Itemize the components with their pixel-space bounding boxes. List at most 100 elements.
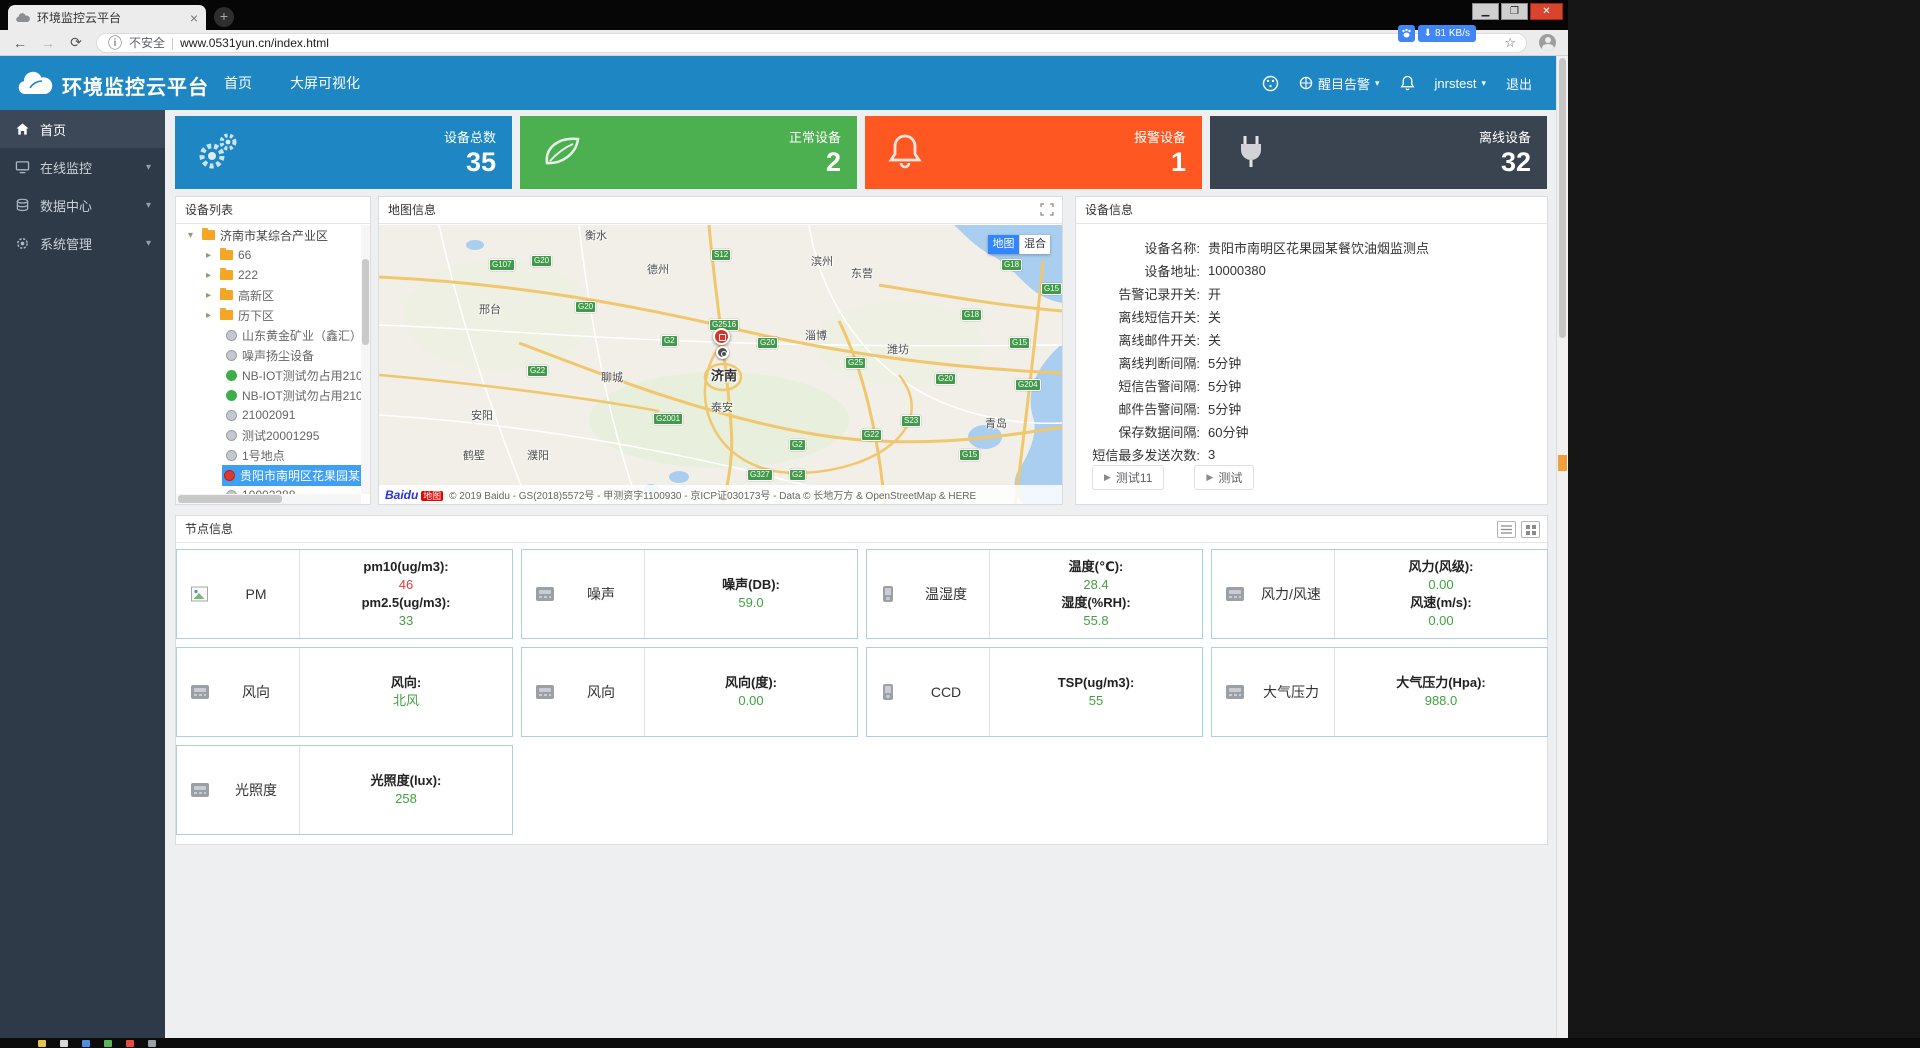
taskbar-icon[interactable] [82,1040,90,1047]
theme-palette-icon[interactable] [1262,75,1279,92]
tree-item[interactable]: ▸高新区 [176,285,361,305]
page-scrollbar[interactable] [1556,56,1568,1038]
info-field: 邮件告警间隔:5分钟 [1076,397,1547,420]
tree-item[interactable]: ▸222 [176,265,361,285]
url-bar[interactable]: ⓘ 不安全 | www.0531yun.cn/index.html ☆ [96,33,1527,53]
tree-vertical-scrollbar[interactable] [361,225,370,494]
test11-button[interactable]: ▶测试11 [1092,465,1164,490]
device-status-dot-icon [226,410,237,421]
tree-item-device[interactable]: 测试20001295 [176,425,361,445]
map-copyright: Baidu 地图 © 2019 Baidu - GS(2018)5572号 - … [379,485,1062,504]
tree-item-device[interactable]: NB-IOT测试勿占用210 [176,385,361,405]
folder-icon [220,310,233,320]
menu-item-bigscreen[interactable]: 大屏可视化 [290,73,360,93]
road-badge: G25 [845,357,866,369]
node-card-noise: 噪声 噪声(DB): 59.0 [521,549,858,639]
device-status-dot-icon [226,390,237,401]
tree-item-device[interactable]: 21002091 [176,405,361,425]
map-fullscreen-icon[interactable] [1040,203,1054,216]
tab-close-icon[interactable]: × [190,11,198,25]
road-badge: G20 [757,337,778,349]
browser-addressbar: ← → ⟳ ⓘ 不安全 | www.0531yun.cn/index.html … [0,30,1568,56]
sidebar-item-datacenter[interactable]: 数据中心 ▾ [0,186,165,224]
tree-item-device[interactable]: NB-IOT测试勿占用210 [176,365,361,385]
tree-item-device[interactable]: 1号地点 [176,445,361,465]
sidebar-item-home[interactable]: 首页 [0,110,165,148]
tree-item[interactable]: ▸66 [176,245,361,265]
map-type-map-button[interactable]: 地图 [988,235,1019,254]
main-content: 设备总数35 正常设备2 报警设备1 [165,110,1556,1038]
map-city-label: 东营 [851,265,873,281]
stat-offline-devices: 离线设备32 [1210,116,1547,189]
tree-horizontal-scrollbar[interactable] [176,494,361,504]
tree-item-device[interactable]: 噪声扬尘设备 [176,345,361,365]
tree-item[interactable]: ▸历下区 [176,305,361,325]
new-tab-button[interactable]: + [214,7,234,27]
map-panel: 地图信息 [378,196,1063,505]
tree-item[interactable]: ▾济南市某综合产业区 [176,225,361,245]
map-type-switch: 地图 混合 [988,235,1050,254]
chevron-down-icon: ▾ [146,200,151,211]
road-badge: G15 [1041,283,1062,295]
baidu-map[interactable]: 衡水 德州 滨州 东营 淄博 潍坊 济南 聊城 泰安 邢台 安阳 鹤壁 濮阳 青… [379,225,1062,504]
taskbar-icon[interactable] [60,1040,68,1047]
road-badge: G18 [961,309,982,321]
map-marker-alarm[interactable] [713,328,730,345]
taskbar-icon[interactable] [148,1040,156,1047]
device-icon [191,685,209,699]
sidebar-item-system[interactable]: 系统管理 ▾ [0,224,165,262]
map-city-label: 邢台 [479,301,501,317]
forward-icon[interactable]: → [40,35,56,51]
logout-button[interactable]: 退出 [1506,74,1532,93]
expand-arrow-icon[interactable]: ▸ [206,250,215,261]
expand-arrow-icon[interactable]: ▸ [206,290,215,301]
window-minimize-button[interactable]: ▁ [1472,3,1499,20]
window-maximize-button[interactable]: ❐ [1501,3,1528,20]
grid-view-icon[interactable] [1521,521,1540,538]
taskbar-icon[interactable] [126,1040,134,1047]
taskbar-icon[interactable] [38,1040,46,1047]
window-close-button[interactable]: ✕ [1530,3,1563,20]
map-city-label: 聊城 [601,369,623,385]
test-button[interactable]: ▶测试 [1194,465,1254,490]
stat-normal-devices: 正常设备2 [520,116,857,189]
info-field: 短信最多发送次数:3 [1076,443,1547,466]
stat-total-devices: 设备总数35 [175,116,512,189]
scrollbar-thumb[interactable] [1559,58,1566,338]
expand-arrow-icon[interactable]: ▸ [206,270,215,281]
notification-bell-icon[interactable] [1400,75,1415,91]
road-badge: G20 [935,373,956,385]
menu-item-home[interactable]: 首页 [224,73,252,93]
download-speed-badge[interactable]: ⬇ 81 KB/s [1398,25,1476,42]
taskbar-icon[interactable] [104,1040,112,1047]
tree-item-device-selected[interactable]: 贵阳市南明区花果园某 [176,465,361,485]
extension-paw-icon[interactable] [1398,25,1415,42]
info-field: 离线判断间隔:5分钟 [1076,351,1547,374]
folder-icon [202,230,215,240]
user-dropdown[interactable]: jnrstest ▾ [1435,76,1486,91]
collapse-arrow-icon[interactable]: ▾ [188,230,197,241]
back-icon[interactable]: ← [12,35,28,51]
map-type-hybrid-button[interactable]: 混合 [1019,235,1050,254]
profile-avatar[interactable] [1539,34,1556,51]
page-info-icon[interactable]: ⓘ [107,33,123,53]
map-city-label: 鹤壁 [463,447,485,463]
alert-mode-dropdown[interactable]: 醒目告警 ▾ [1299,74,1380,93]
window-controls: ▁ ❐ ✕ [1472,3,1563,20]
sidebar-item-monitoring[interactable]: 在线监控 ▾ [0,148,165,186]
browser-tab[interactable]: 环境监控云平台 × [8,5,206,30]
refresh-icon[interactable]: ⟳ [68,34,84,51]
bookmark-star-icon[interactable]: ☆ [1504,35,1516,51]
expand-arrow-icon[interactable]: ▸ [206,310,215,321]
tree-item-device[interactable]: 山东黄金矿业（鑫汇） [176,325,361,345]
tree-item-device[interactable]: 10002388 [176,485,361,494]
windows-taskbar[interactable] [0,1038,1920,1048]
map-marker-device[interactable] [716,346,729,359]
chevron-down-icon: ▾ [146,238,151,249]
play-icon: ▶ [1206,472,1213,483]
app-title: 环境监控云平台 [62,71,209,100]
node-card-wind-power: 风力/风速 风力(风级): 0.00 风速(m/s): 0.00 [1211,549,1548,639]
leaf-icon [542,132,582,168]
home-icon [14,121,30,137]
list-view-icon[interactable] [1497,521,1516,538]
